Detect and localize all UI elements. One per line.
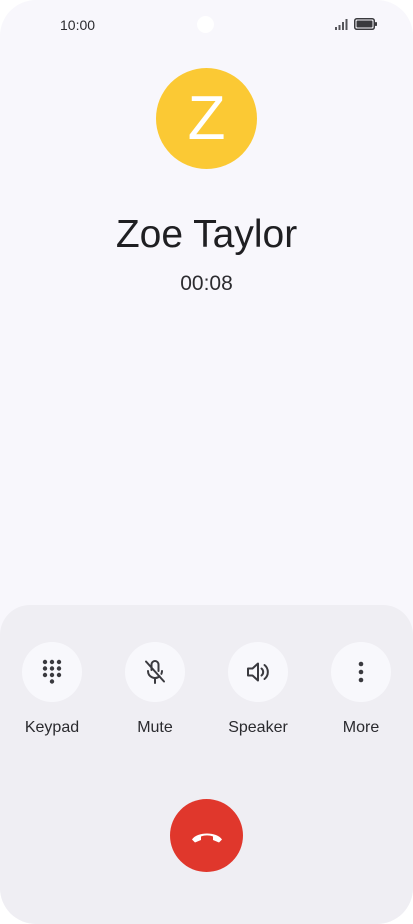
call-screen: 10:00 Z Zoe Taylor 00:08 Keypad Mute Spe… [0, 0, 413, 924]
speaker-label: Speaker [228, 719, 288, 736]
mute-control: Mute [110, 642, 200, 737]
speaker-control: Speaker [213, 642, 303, 737]
status-icons [335, 18, 377, 30]
keypad-icon [42, 659, 62, 684]
more-label: More [342, 719, 380, 736]
more-control: More [316, 642, 406, 737]
keypad-label: Keypad [24, 719, 80, 736]
mic-off-icon [145, 660, 165, 684]
speaker-icon [247, 662, 269, 682]
more-button[interactable] [331, 642, 391, 702]
caller-avatar: Z [156, 68, 257, 169]
speaker-button[interactable] [228, 642, 288, 702]
mute-label: Mute [137, 719, 173, 736]
end-call-icon [191, 833, 222, 842]
signal-icon [335, 18, 348, 30]
call-controls-panel: Keypad Mute Speaker More [0, 605, 413, 924]
more-vert-icon [358, 661, 364, 683]
caller-name: Zoe Taylor [115, 213, 298, 256]
mute-button[interactable] [125, 642, 185, 702]
status-bar: 10:00 [0, 0, 413, 50]
battery-icon [354, 18, 377, 30]
keypad-control: Keypad [7, 642, 97, 737]
keypad-button[interactable] [22, 642, 82, 702]
status-time: 10:00 [60, 17, 96, 33]
camera-cutout [197, 16, 214, 33]
call-duration: 00:08 [180, 272, 233, 295]
end-call-button[interactable] [170, 799, 243, 872]
